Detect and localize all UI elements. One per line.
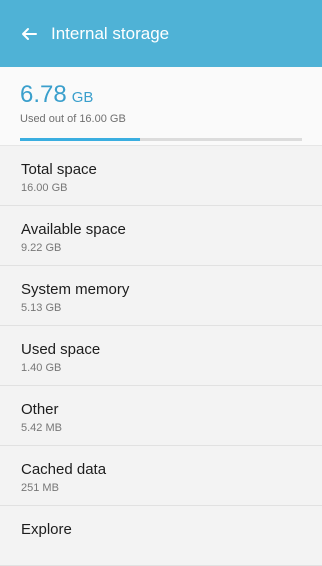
list-item-cached-data[interactable]: Cached data 251 MB xyxy=(0,446,322,506)
item-value: 16.00 GB xyxy=(21,182,68,194)
list-item-explore[interactable]: Explore xyxy=(0,506,322,566)
storage-progress-fill xyxy=(20,138,140,141)
item-value: 9.22 GB xyxy=(21,242,62,254)
item-label: Cached data xyxy=(21,461,107,478)
item-value: 5.42 MB xyxy=(21,422,62,434)
item-value: 1.40 GB xyxy=(21,362,62,374)
app-bar: Internal storage xyxy=(0,0,322,67)
list-item-other[interactable]: Other 5.42 MB xyxy=(0,386,322,446)
item-label: Available space xyxy=(21,221,126,238)
item-value: 5.13 GB xyxy=(21,302,62,314)
item-label: System memory xyxy=(21,281,130,298)
list-item-total-space[interactable]: Total space 16.00 GB xyxy=(0,146,322,206)
item-label: Used space xyxy=(21,341,101,358)
list-item-available-space[interactable]: Available space 9.22 GB xyxy=(0,206,322,266)
storage-summary: 6.78 GB Used out of 16.00 GB xyxy=(0,67,322,146)
item-value: 251 MB xyxy=(21,482,59,494)
item-label: Other xyxy=(21,401,59,418)
item-label: Explore xyxy=(21,521,72,538)
arrow-left-icon[interactable] xyxy=(21,26,37,42)
used-caption: Used out of 16.00 GB xyxy=(20,113,126,125)
list-item-used-space[interactable]: Used space 1.40 GB xyxy=(0,326,322,386)
list-item-system-memory[interactable]: System memory 5.13 GB xyxy=(0,266,322,326)
storage-list: Total space 16.00 GB Available space 9.2… xyxy=(0,146,322,566)
item-label: Total space xyxy=(21,161,97,178)
used-unit: GB xyxy=(71,89,94,106)
page-title: Internal storage xyxy=(51,23,170,43)
used-value: 6.78 xyxy=(20,81,67,108)
used-amount: 6.78 GB xyxy=(20,81,302,109)
storage-progress-bar xyxy=(20,138,302,141)
